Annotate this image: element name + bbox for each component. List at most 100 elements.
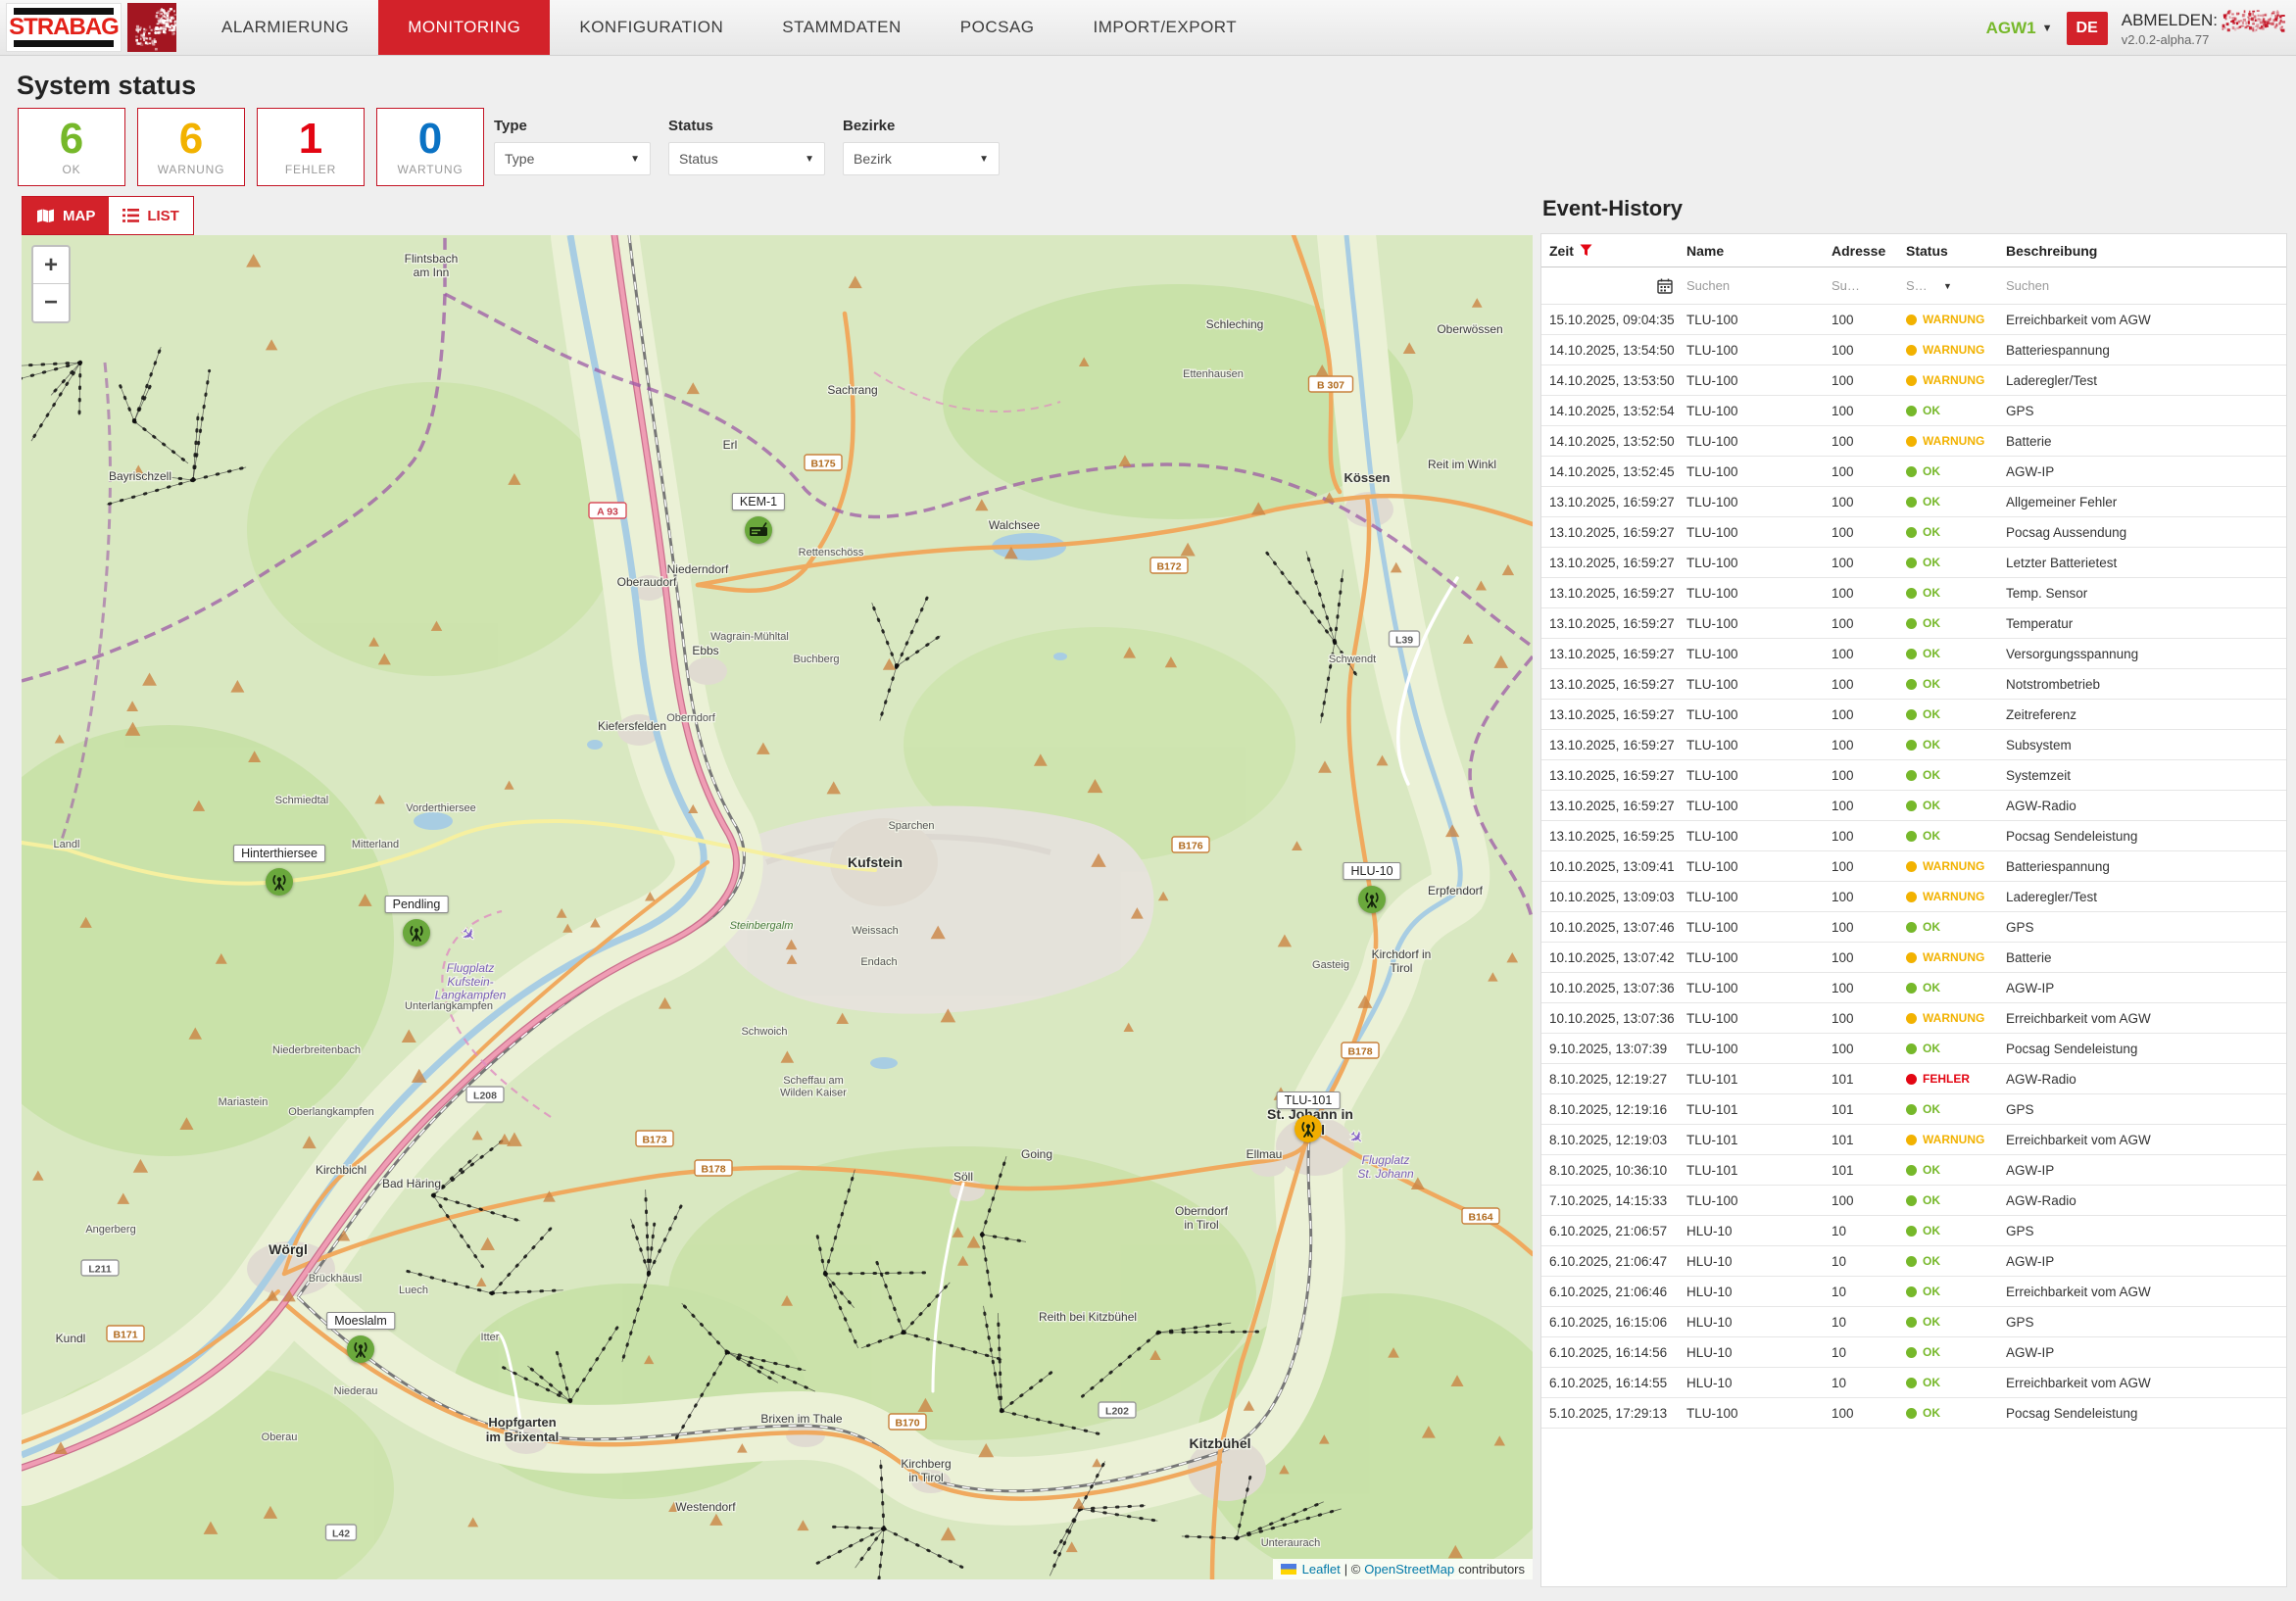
leaflet-link[interactable]: Leaflet xyxy=(1302,1562,1341,1577)
cell-adresse: 100 xyxy=(1832,890,1906,904)
status-filter-caret-icon[interactable]: ▼ xyxy=(1943,281,1952,291)
table-row[interactable]: 10.10.2025, 13:07:46TLU-100100OKGPS xyxy=(1541,912,2286,943)
road-shield: L202 xyxy=(1099,1402,1136,1418)
table-row[interactable]: 13.10.2025, 16:59:27TLU-100100OKAGW-Radi… xyxy=(1541,791,2286,821)
table-row[interactable]: 13.10.2025, 16:59:27TLU-100100OKVersorgu… xyxy=(1541,639,2286,669)
table-row[interactable]: 13.10.2025, 16:59:27TLU-100100OKPocsag A… xyxy=(1541,517,2286,548)
cell-beschreibung: Erreichbarkeit vom AGW xyxy=(2006,1011,2286,1026)
cell-name: HLU-10 xyxy=(1686,1224,1832,1238)
table-row[interactable]: 13.10.2025, 16:59:27TLU-100100OKAllgemei… xyxy=(1541,487,2286,517)
filter-select-status[interactable]: Status▼ xyxy=(668,142,825,175)
zoom-out-button[interactable]: − xyxy=(33,284,69,321)
status-card-warnung[interactable]: 6WARNUNG xyxy=(137,108,245,186)
beschreibung-search-input[interactable] xyxy=(2006,278,2258,293)
table-row[interactable]: 8.10.2025, 12:19:16TLU-101101OKGPS xyxy=(1541,1094,2286,1125)
name-search-input[interactable] xyxy=(1686,278,1817,293)
column-header-beschreibung[interactable]: Beschreibung xyxy=(2006,243,2286,259)
list-view-button[interactable]: LIST xyxy=(109,197,193,234)
calendar-icon[interactable] xyxy=(1657,278,1673,294)
map-marker-tlu-101[interactable]: TLU-101 xyxy=(1295,1115,1322,1142)
table-row[interactable]: 13.10.2025, 16:59:27TLU-100100OKSystemze… xyxy=(1541,760,2286,791)
table-row[interactable]: 14.10.2025, 13:52:54TLU-100100OKGPS xyxy=(1541,396,2286,426)
map-label: Walchsee xyxy=(989,518,1041,532)
map-marker-kem-1[interactable]: KEM-1 xyxy=(745,516,772,544)
table-row[interactable]: 13.10.2025, 16:59:27TLU-100100OKZeitrefe… xyxy=(1541,700,2286,730)
table-row[interactable]: 10.10.2025, 13:07:42TLU-100100WARNUNGBat… xyxy=(1541,943,2286,973)
column-header-name[interactable]: Name xyxy=(1686,243,1832,259)
table-row[interactable]: 14.10.2025, 13:53:50TLU-100100WARNUNGLad… xyxy=(1541,365,2286,396)
map-icon xyxy=(36,209,55,223)
map-marker-hlu-10[interactable]: HLU-10 xyxy=(1358,886,1386,913)
status-card-wartung[interactable]: 0WARTUNG xyxy=(376,108,484,186)
map-marker-pendling[interactable]: Pendling xyxy=(403,919,430,946)
table-row[interactable]: 5.10.2025, 17:29:13TLU-100100OKPocsag Se… xyxy=(1541,1398,2286,1429)
map[interactable]: A 93B175B 307B172L39B176B178B178B173L208… xyxy=(22,235,1533,1579)
map-view-button[interactable]: MAP xyxy=(23,197,109,234)
table-row[interactable]: 9.10.2025, 13:07:39TLU-100100OKPocsag Se… xyxy=(1541,1034,2286,1064)
nav-item-monitoring[interactable]: MONITORING xyxy=(378,0,550,55)
filter-status: StatusStatus▼ xyxy=(668,118,825,175)
table-row[interactable]: 14.10.2025, 13:52:45TLU-100100OKAGW-IP xyxy=(1541,457,2286,487)
table-row[interactable]: 10.10.2025, 13:09:41TLU-100100WARNUNGBat… xyxy=(1541,851,2286,882)
nav-item-import-export[interactable]: IMPORT/EXPORT xyxy=(1064,0,1267,55)
column-header-adresse[interactable]: Adresse xyxy=(1832,243,1906,259)
table-row[interactable]: 6.10.2025, 16:15:06HLU-1010OKGPS xyxy=(1541,1307,2286,1337)
map-label: Oberndorf xyxy=(666,712,715,724)
filter-label: Type xyxy=(494,118,651,134)
nav-item-konfiguration[interactable]: KONFIGURATION xyxy=(550,0,753,55)
road-shield: B175 xyxy=(805,455,842,470)
table-row[interactable]: 7.10.2025, 14:15:33TLU-100100OKAGW-Radio xyxy=(1541,1186,2286,1216)
adresse-search-input[interactable] xyxy=(1832,278,1898,293)
filter-select-type[interactable]: Type▼ xyxy=(494,142,651,175)
status-badge: OK xyxy=(1923,829,1940,843)
nav-item-pocsag[interactable]: POCSAG xyxy=(931,0,1064,55)
table-row[interactable]: 13.10.2025, 16:59:27TLU-100100OKSubsyste… xyxy=(1541,730,2286,760)
table-row[interactable]: 13.10.2025, 16:59:25TLU-100100OKPocsag S… xyxy=(1541,821,2286,851)
table-row[interactable]: 14.10.2025, 13:52:50TLU-100100WARNUNGBat… xyxy=(1541,426,2286,457)
status-search-input[interactable] xyxy=(1906,278,1939,293)
column-header-zeit[interactable]: Zeit xyxy=(1549,243,1686,259)
status-badge: OK xyxy=(1923,556,1940,569)
nav-item-alarmierung[interactable]: ALARMIERUNG xyxy=(192,0,378,55)
map-zoom-control: + − xyxy=(31,245,71,323)
map-label: Schwendt xyxy=(1329,654,1376,665)
status-card-fehler[interactable]: 1FEHLER xyxy=(257,108,365,186)
table-row[interactable]: 8.10.2025, 10:36:10TLU-101101OKAGW-IP xyxy=(1541,1155,2286,1186)
nav-item-stammdaten[interactable]: STAMMDATEN xyxy=(753,0,930,55)
table-row[interactable]: 8.10.2025, 12:19:03TLU-101101WARNUNGErre… xyxy=(1541,1125,2286,1155)
redacted-username xyxy=(2222,7,2286,32)
cell-name: HLU-10 xyxy=(1686,1254,1832,1269)
table-row[interactable]: 13.10.2025, 16:59:27TLU-100100OKTemp. Se… xyxy=(1541,578,2286,608)
map-marker-hinterthiersee[interactable]: Hinterthiersee xyxy=(266,868,293,896)
table-row[interactable]: 13.10.2025, 16:59:27TLU-100100OKNotstrom… xyxy=(1541,669,2286,700)
table-row[interactable]: 14.10.2025, 13:54:50TLU-100100WARNUNGBat… xyxy=(1541,335,2286,365)
table-row[interactable]: 6.10.2025, 16:14:56HLU-1010OKAGW-IP xyxy=(1541,1337,2286,1368)
agw-selector[interactable]: AGW1 ▼ xyxy=(1986,19,2053,38)
language-button[interactable]: DE xyxy=(2067,12,2108,45)
table-row[interactable]: 15.10.2025, 09:04:35TLU-100100WARNUNGErr… xyxy=(1541,305,2286,335)
table-row[interactable]: 6.10.2025, 21:06:47HLU-1010OKAGW-IP xyxy=(1541,1246,2286,1277)
table-row[interactable]: 10.10.2025, 13:07:36TLU-100100WARNUNGErr… xyxy=(1541,1003,2286,1034)
map-marker-moeslalm[interactable]: Moeslalm xyxy=(347,1335,374,1363)
table-row[interactable]: 10.10.2025, 13:09:03TLU-100100WARNUNGLad… xyxy=(1541,882,2286,912)
table-row[interactable]: 13.10.2025, 16:59:27TLU-100100OKLetzter … xyxy=(1541,548,2286,578)
cell-beschreibung: Pocsag Sendeleistung xyxy=(2006,1406,2286,1421)
chevron-down-icon: ▼ xyxy=(2042,23,2053,34)
status-badge: OK xyxy=(1923,707,1940,721)
osm-link[interactable]: OpenStreetMap xyxy=(1364,1562,1454,1577)
table-row[interactable]: 8.10.2025, 12:19:27TLU-101101FEHLERAGW-R… xyxy=(1541,1064,2286,1094)
zoom-in-button[interactable]: + xyxy=(33,247,69,284)
filter-funnel-icon[interactable] xyxy=(1580,244,1592,257)
filter-select-bezirke[interactable]: Bezirk▼ xyxy=(843,142,1000,175)
status-card-ok[interactable]: 6OK xyxy=(18,108,125,186)
logout-button[interactable]: ABMELDEN: xyxy=(2122,10,2218,30)
table-row[interactable]: 13.10.2025, 16:59:27TLU-100100OKTemperat… xyxy=(1541,608,2286,639)
table-row[interactable]: 6.10.2025, 21:06:46HLU-1010OKErreichbark… xyxy=(1541,1277,2286,1307)
table-row[interactable]: 6.10.2025, 21:06:57HLU-1010OKGPS xyxy=(1541,1216,2286,1246)
column-header-status[interactable]: Status xyxy=(1906,243,2006,259)
map-label: Niederbreitenbach xyxy=(272,1044,361,1056)
table-row[interactable]: 10.10.2025, 13:07:36TLU-100100OKAGW-IP xyxy=(1541,973,2286,1003)
road-shield: B 307 xyxy=(1309,376,1353,392)
table-row[interactable]: 6.10.2025, 16:14:55HLU-1010OKErreichbark… xyxy=(1541,1368,2286,1398)
device-icon xyxy=(745,516,772,544)
